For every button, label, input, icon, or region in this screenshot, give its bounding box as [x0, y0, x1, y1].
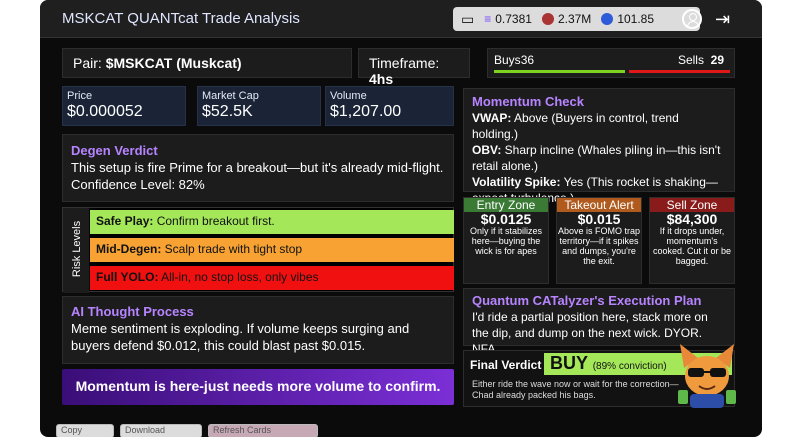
wallet-balance[interactable]: ▭ ≡ 0.7381 2.37M 101.85 [453, 7, 700, 31]
zone-title: Sell Zone [650, 198, 734, 212]
stat-value: $0.000052 [67, 103, 143, 120]
top-bar: MSKCAT QUANTcat Trade Analysis ▭ ≡ 0.7381… [40, 0, 762, 38]
copy-button[interactable]: Copy [56, 424, 114, 437]
section-title: Momentum Check [472, 94, 584, 109]
risk-levels-tag: Risk Levels [63, 208, 89, 293]
risk-row-label: Safe Play: [96, 214, 154, 228]
final-verdict-label: Final Verdict [470, 358, 542, 372]
ai-thought-process: AI Thought Process Meme sentiment is exp… [62, 296, 454, 364]
other-balance: 101.85 [617, 12, 655, 26]
degen-verdict: Degen Verdict This setup is fire Prime f… [62, 134, 454, 202]
token-icon [541, 13, 554, 25]
verdict-conviction: (89% conviction) [592, 361, 667, 372]
risk-row-yolo: Full YOLO: All-in, no stop loss, only vi… [90, 266, 454, 290]
user-icon[interactable] [682, 9, 702, 29]
execution-plan: Quantum CATalyzer's Execution Plan I'd r… [463, 288, 735, 356]
sells-label: Sells [677, 53, 704, 67]
cat-mascot-icon [678, 344, 736, 408]
risk-row-safe: Safe Play: Confirm breakout first. [90, 210, 454, 234]
volume-stat: Volume $1,207.00 [325, 86, 454, 126]
buys-sells-box: Buys36 Sells 29 [487, 48, 735, 78]
stat-label: Price [67, 90, 93, 102]
section-text: This setup is fire Prime for a breakout—… [71, 160, 444, 192]
price-stat: Price $0.000052 [62, 86, 186, 126]
stat-value: $1,207.00 [330, 103, 402, 120]
download-button[interactable]: Download [120, 424, 202, 437]
zone-title: Takeout Alert [557, 198, 641, 212]
wallet-icon: ▭ [461, 10, 475, 27]
zone-text: If it drops under, momentum's cooked. Cu… [652, 226, 732, 266]
takeout-alert: Takeout Alert $0.015 Above is FOMO trap … [556, 197, 642, 284]
risk-levels-label: Risk Levels [71, 220, 83, 278]
pair-box: Pair: $MSKCAT (Muskcat) [62, 48, 352, 78]
risk-levels: Risk Levels Safe Play: Confirm breakout … [62, 207, 454, 293]
momentum-check: Momentum Check VWAP: Above (Buyers in co… [463, 88, 735, 205]
refresh-button[interactable]: Refresh Cards [208, 424, 318, 437]
pair-label: Pair: [73, 55, 102, 71]
section-title: AI Thought Process [71, 304, 194, 319]
momentum-banner: Momentum is here-just needs more volume … [62, 369, 454, 405]
section-text: Meme sentiment is exploding. If volume k… [71, 321, 410, 353]
zone-text: Only if it stabilizes here—buying the wi… [469, 226, 543, 256]
section-title: Degen Verdict [71, 143, 158, 158]
zone-value: $0.015 [577, 211, 621, 227]
verdict-action: BUY [550, 353, 588, 373]
risk-row-label: Mid-Degen: [96, 242, 162, 256]
app-window: MSKCAT QUANTcat Trade Analysis ▭ ≡ 0.7381… [40, 0, 762, 437]
timeframe-box: Timeframe: 4hs [358, 48, 470, 87]
timeframe-label: Timeframe: [369, 55, 440, 71]
stat-label: Market Cap [202, 90, 259, 102]
verdict-text: Either ride the wave now or wait for the… [472, 379, 679, 400]
buys-label: Buys [494, 53, 521, 67]
logout-icon[interactable]: ⇥ [715, 8, 730, 30]
risk-row-text: Confirm breakout first. [153, 214, 275, 228]
entry-zone: Entry Zone $0.0125 Only if it stabilizes… [463, 197, 549, 284]
buys-count: 36 [520, 53, 535, 67]
risk-row-text: Scalp trade with tight stop [161, 242, 303, 256]
zone-value: $0.0125 [480, 211, 532, 227]
zone-value: $84,300 [666, 211, 718, 227]
risk-row-text: All-in, no stop loss, only vibes [158, 270, 319, 284]
timeframe-value: 4hs [369, 71, 394, 87]
token-balance: 2.37M [557, 12, 592, 26]
network-icon [601, 13, 614, 25]
section-title: Quantum CATalyzer's Execution Plan [472, 293, 702, 308]
stat-value: $52.5K [202, 103, 253, 120]
market-cap-stat: Market Cap $52.5K [197, 86, 321, 126]
stat-label: Volume [330, 90, 367, 102]
risk-row-mid: Mid-Degen: Scalp trade with tight stop [90, 238, 454, 262]
sells-count: 29 [710, 53, 724, 67]
pair-value: $MSKCAT (Muskcat) [105, 55, 242, 71]
zone-title: Entry Zone [464, 198, 548, 212]
app-title: MSKCAT QUANTcat Trade Analysis [62, 10, 300, 27]
buys-bar [494, 70, 625, 73]
sells-bar [629, 70, 730, 73]
momentum-item: VWAP: Above (Buyers in control, trend ho… [472, 111, 679, 141]
sell-zone: Sell Zone $84,300 If it drops under, mom… [649, 197, 735, 284]
risk-row-label: Full YOLO: [96, 270, 159, 284]
sol-balance: 0.7381 [495, 12, 532, 26]
sol-icon: ≡ [484, 12, 492, 26]
zone-text: Above is FOMO trap territory—if it spike… [557, 226, 641, 266]
momentum-item: OBV: Sharp incline (Whales piling in—thi… [472, 143, 721, 173]
